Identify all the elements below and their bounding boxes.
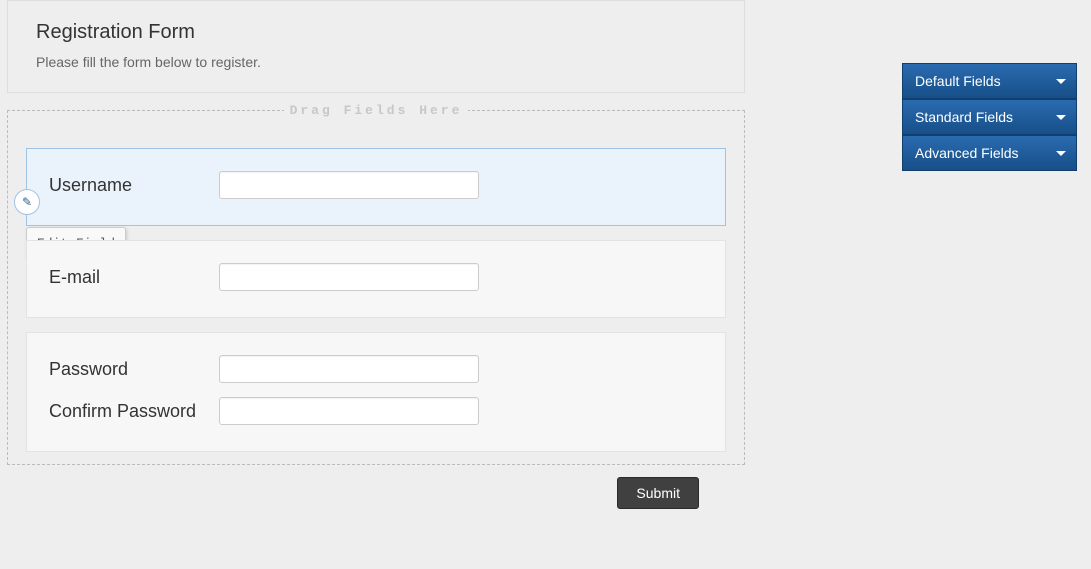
pencil-icon: ✎ [22, 195, 32, 209]
confirm-password-input[interactable] [219, 397, 479, 425]
chevron-down-icon [1056, 115, 1066, 120]
username-input[interactable] [219, 171, 479, 199]
form-subtitle: Please fill the form below to register. [36, 54, 716, 70]
form-title: Registration Form [36, 21, 716, 44]
chevron-down-icon [1056, 79, 1066, 84]
chevron-down-icon [1056, 151, 1066, 156]
panel-label: Default Fields [915, 73, 1001, 89]
drop-zone[interactable]: Drag Fields Here ✎ Edit Field Username E… [7, 103, 745, 465]
submit-row: Submit [7, 477, 745, 509]
panel-advanced-fields[interactable]: Advanced Fields [902, 135, 1077, 171]
panel-default-fields[interactable]: Default Fields [902, 63, 1077, 99]
panel-label: Standard Fields [915, 109, 1013, 125]
username-label: Username [49, 175, 219, 196]
panel-standard-fields[interactable]: Standard Fields [902, 99, 1077, 135]
edit-field-button[interactable]: ✎ [14, 189, 40, 215]
field-palette: Default Fields Standard Fields Advanced … [902, 63, 1077, 171]
drop-zone-legend: Drag Fields Here [284, 103, 469, 118]
field-block-email[interactable]: E-mail [26, 240, 726, 318]
email-input[interactable] [219, 263, 479, 291]
submit-button[interactable]: Submit [617, 477, 699, 509]
field-block-username[interactable]: ✎ Edit Field Username [26, 148, 726, 226]
field-block-password[interactable]: Password Confirm Password [26, 332, 726, 452]
email-label: E-mail [49, 267, 219, 288]
panel-label: Advanced Fields [915, 145, 1019, 161]
password-input[interactable] [219, 355, 479, 383]
form-builder-canvas: Registration Form Please fill the form b… [7, 0, 745, 509]
confirm-password-label: Confirm Password [49, 401, 219, 422]
password-label: Password [49, 359, 219, 380]
form-header: Registration Form Please fill the form b… [7, 0, 745, 93]
